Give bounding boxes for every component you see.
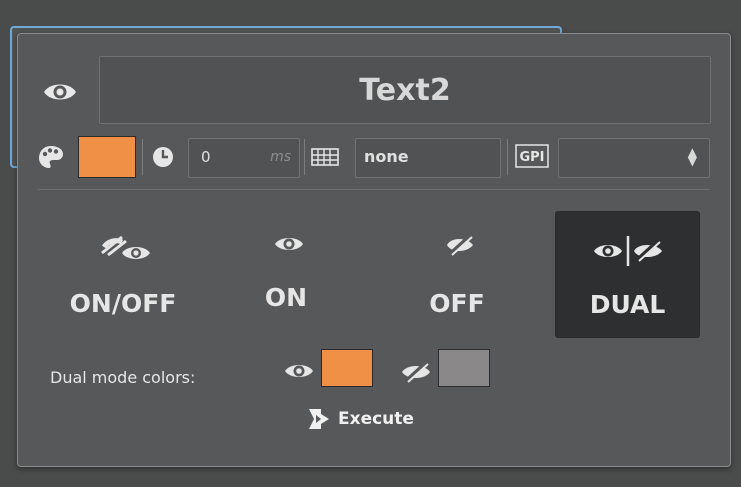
mode-off-button[interactable]: OFF [392,211,522,336]
mode-dual-button[interactable]: DUAL [555,211,700,338]
mode-on-button[interactable]: ON [221,211,351,336]
gpi-icon: GPI [515,144,549,168]
gpi-icon-label: GPI [519,150,544,165]
delay-input[interactable]: 0 ms [188,138,300,178]
mode-onoff-button[interactable]: ON/OFF [58,211,188,336]
delay-unit: ms [270,149,291,165]
text-color-swatch[interactable] [78,136,136,178]
dual-on-color-swatch[interactable] [321,349,373,387]
clock-icon [153,147,173,167]
separator [507,139,508,175]
eye-dual-icon [594,236,662,266]
palette-icon [39,146,63,168]
eye-slash-icon [447,233,473,257]
eye-slash-icon [402,360,430,384]
delay-value: 0 [201,148,211,166]
divider [38,189,710,190]
dual-mode-colors-label: Dual mode colors: [50,368,196,387]
execute-label: Execute [338,409,414,429]
execute-button[interactable]: Execute [308,408,414,430]
eye-icon [275,238,303,250]
key-value: none [364,147,409,166]
separator [142,139,143,175]
text-properties-panel: Text2 0 ms none GPI ▲ ▼ ON/OFF ON OFF DU… [17,33,731,467]
title-field[interactable]: Text2 [99,56,711,124]
eye-icon [285,365,313,377]
mode-off-label: OFF [429,289,485,318]
keyboard-icon [311,148,339,166]
execute-icon [309,409,329,429]
key-input[interactable]: none [355,138,501,178]
title-text: Text2 [359,72,451,108]
eye-slash-eye-icon [101,235,150,259]
dual-off-color-swatch[interactable] [438,349,490,387]
mode-onoff-label: ON/OFF [69,289,177,318]
separator [304,139,305,175]
eye-icon[interactable] [42,77,78,107]
gpi-select[interactable]: ▲ ▼ [558,138,710,178]
mode-dual-label: DUAL [589,290,666,319]
select-updown-icon: ▲ ▼ [687,145,697,168]
mode-on-label: ON [264,283,308,312]
